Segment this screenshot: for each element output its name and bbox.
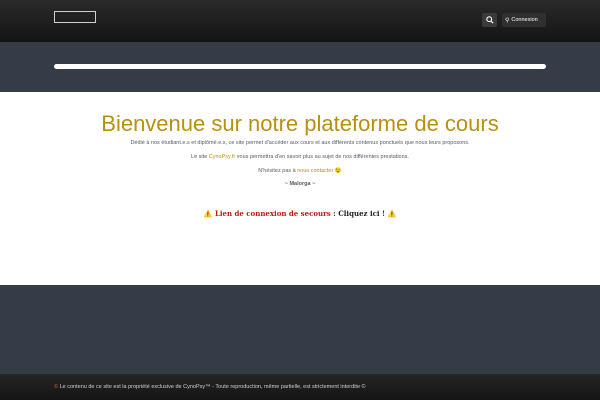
sub-header-band <box>0 42 600 92</box>
site-info-suffix: vous permettra d'en savoir plus au sujet… <box>235 154 409 160</box>
lower-band <box>0 285 600 374</box>
login-label: Connexion <box>511 17 538 23</box>
signature: ~ Malorga ~ <box>284 181 316 187</box>
warning-icon: ⚠️ <box>203 209 213 218</box>
footer-copyright: © Le contenu de ce site est la propriété… <box>54 384 366 390</box>
search-button[interactable] <box>482 13 497 27</box>
intro-text: Dédié à nos étudiant.e.s et diplômé.e.s,… <box>130 140 470 146</box>
search-icon <box>485 16 494 24</box>
site-logo[interactable] <box>54 11 96 23</box>
top-navbar: ⚲ Connexion <box>0 0 600 42</box>
footer: © Le contenu de ce site est la propriété… <box>0 374 600 400</box>
wink-emoji-icon: 😉 <box>334 168 342 174</box>
contact-prefix: N'hésitez pas à <box>258 168 298 174</box>
page-title: Bienvenue sur notre plateforme de cours <box>101 111 499 136</box>
rescue-link[interactable]: Cliquez ici ! <box>338 209 385 218</box>
key-icon: ⚲ <box>505 17 510 24</box>
rescue-login-line: ⚠️ Lien de connexion de secours : Clique… <box>0 209 600 218</box>
header-divider-bar <box>54 64 546 69</box>
rescue-label: Lien de connexion de secours <box>214 209 331 218</box>
login-button[interactable]: ⚲ Connexion <box>502 13 546 27</box>
main-content: Bienvenue sur notre plateforme de cours … <box>0 92 600 285</box>
site-info-prefix: Le site <box>191 154 209 160</box>
warning-icon: ⚠️ <box>387 209 397 218</box>
site-info-text: Le site CynoPsy.fr vous permettra d'en s… <box>0 154 600 160</box>
contact-text: N'hésitez pas à nous contacter 😉 <box>0 168 600 174</box>
cynopsy-link[interactable]: CynoPsy.fr <box>209 154 236 160</box>
footer-text: Le contenu de ce site est la propriété e… <box>58 384 366 390</box>
contact-link[interactable]: nous contacter <box>297 168 333 174</box>
